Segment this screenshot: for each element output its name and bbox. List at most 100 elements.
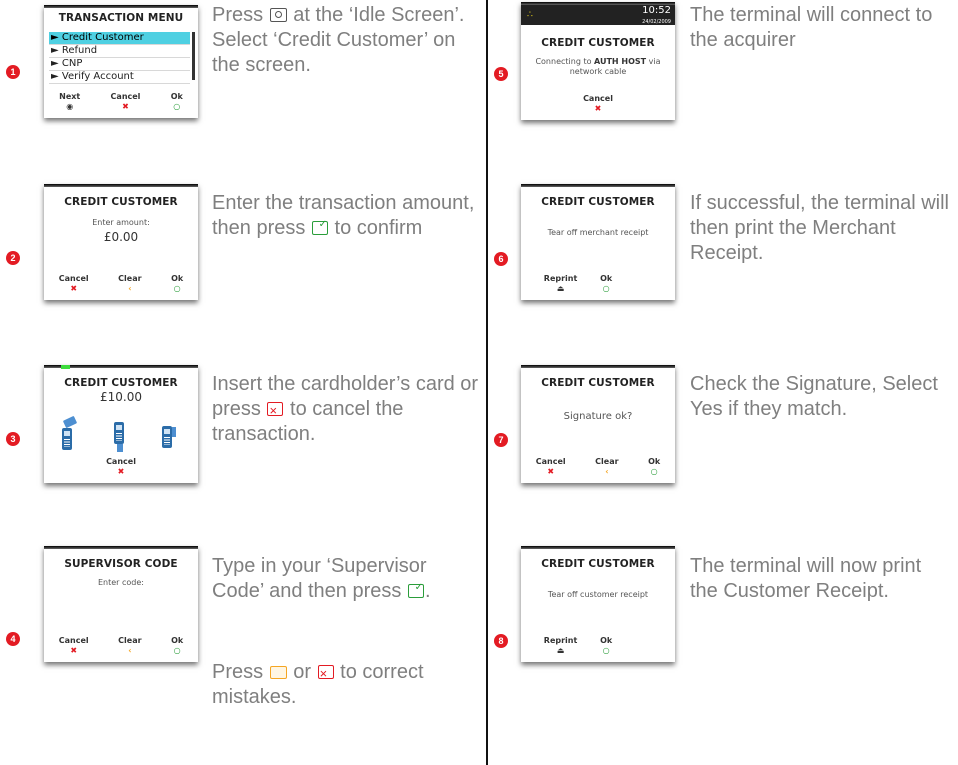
- terminal-screen-6: CREDIT CUSTOMER Tear off merchant receip…: [521, 184, 675, 300]
- cancel-softkey[interactable]: Cancel ✖: [59, 637, 89, 656]
- menu-item-verify-account[interactable]: ► Verify Account: [49, 71, 190, 84]
- ok-key-icon: [311, 212, 328, 237]
- cancel-x-icon: ✖: [594, 104, 602, 113]
- step-2-description: Enter the transaction amount, then press…: [212, 191, 480, 241]
- step-4-note: Press or to correct mistakes.: [212, 660, 480, 710]
- ok-key-icon: [407, 575, 424, 600]
- clear-key-icon: [269, 666, 287, 679]
- cancel-softkey[interactable]: Cancel ✖: [106, 458, 136, 477]
- ok-softkey[interactable]: Ok ○: [171, 275, 183, 294]
- column-divider: [486, 0, 488, 765]
- menu-item-credit-customer[interactable]: ► Credit Customer: [49, 32, 190, 45]
- menu-key-icon: [269, 8, 287, 22]
- clear-chevron-icon: ‹: [128, 646, 132, 655]
- amount-prompt: Enter amount:: [92, 218, 150, 227]
- menu-item-cnp[interactable]: ► CNP: [49, 58, 190, 71]
- inserted-card-icon: [117, 444, 123, 452]
- next-softkey[interactable]: Next ◉: [59, 93, 80, 112]
- menu-key-icon: ◉: [66, 102, 74, 111]
- contactless-card-icon: [172, 427, 176, 437]
- ok-circle-icon: ○: [173, 284, 181, 293]
- step-6-description: If successful, the terminal will then pr…: [690, 192, 949, 264]
- cancel-softkey[interactable]: Cancel ✖: [59, 275, 89, 294]
- screen-title: CREDIT CUSTOMER: [64, 196, 178, 208]
- ok-softkey[interactable]: Ok ○: [171, 637, 183, 656]
- amount-value: £10.00: [100, 390, 142, 404]
- step-5-description: The terminal will connect to the acquire…: [690, 4, 933, 51]
- clock-time: 10:52: [642, 5, 671, 16]
- cancel-x-icon: ✖: [117, 467, 125, 476]
- step-badge-8: 8: [494, 634, 508, 648]
- insert-card-terminal-icon: [114, 422, 124, 444]
- step-3-description: Insert the cardholder’s card or press to…: [212, 372, 480, 447]
- screen-title: CREDIT CUSTOMER: [64, 377, 178, 389]
- softkey-bar: Reprint ⏏ Ok ○: [521, 637, 675, 656]
- softkey-bar: Cancel ✖ Clear ‹ Ok ○: [521, 458, 675, 477]
- ok-softkey[interactable]: Ok ○: [600, 275, 612, 294]
- menu-item-refund[interactable]: ► Refund: [49, 45, 190, 58]
- amount-value: £0.00: [103, 230, 139, 244]
- ok-circle-icon: ○: [650, 467, 658, 476]
- tear-off-message: Tear off customer receipt: [547, 590, 649, 599]
- cancel-softkey[interactable]: Cancel ✖: [536, 458, 566, 477]
- step-badge-6: 6: [494, 252, 508, 266]
- step-badge-2: 2: [6, 251, 20, 265]
- cancel-key-icon: [267, 398, 284, 423]
- screen-title: SUPERVISOR CODE: [64, 558, 178, 570]
- ok-softkey[interactable]: Ok ○: [600, 637, 612, 656]
- softkey-bar: Cancel ✖ Clear ‹ Ok ○: [44, 275, 198, 294]
- screen-title: TRANSACTION MENU: [58, 12, 184, 24]
- terminal-screen-7: CREDIT CUSTOMER Signature ok? Cancel ✖ Cl…: [521, 365, 675, 483]
- step-4-description: Type in your ‘Supervisor Code’ and then …: [212, 554, 480, 604]
- ok-softkey[interactable]: Ok ○: [648, 458, 660, 477]
- cancel-softkey[interactable]: Cancel ✖: [111, 93, 141, 112]
- ok-softkey[interactable]: Ok ○: [171, 93, 183, 112]
- step-badge-5: 5: [494, 67, 508, 81]
- reprint-softkey[interactable]: Reprint ⏏: [544, 275, 578, 294]
- clear-softkey[interactable]: Clear ‹: [118, 637, 141, 656]
- softkey-bar: Cancel ✖ Clear ‹ Ok ○: [44, 637, 198, 656]
- terminal-screen-5: ∴ 10:52 24/02/2009 CREDIT CUSTOMER Conne…: [521, 2, 675, 120]
- clock: 10:52 24/02/2009: [642, 6, 671, 27]
- status-led: [61, 365, 70, 369]
- ok-circle-icon: ○: [173, 646, 181, 655]
- clear-softkey[interactable]: Clear ‹: [595, 458, 618, 477]
- connecting-message: Connecting to AUTH HOST via network cable: [535, 57, 661, 76]
- clock-date: 24/02/2009: [642, 19, 671, 25]
- cancel-x-icon: ✖: [547, 467, 555, 476]
- signal-icon: ∴: [527, 10, 533, 20]
- cancel-x-icon: ✖: [70, 284, 78, 293]
- menu-scrollbar[interactable]: [192, 32, 195, 80]
- clear-chevron-icon: ‹: [605, 467, 609, 476]
- step-7-description: Check the Signature, Select Yes if they …: [690, 373, 938, 420]
- screen-title: CREDIT CUSTOMER: [541, 377, 655, 389]
- screen-title: CREDIT CUSTOMER: [541, 196, 655, 208]
- menu-list: ► Credit Customer ► Refund ► CNP ► Verif…: [49, 32, 190, 84]
- clear-softkey[interactable]: Clear ‹: [118, 275, 141, 294]
- swipe-card-terminal-icon: [62, 428, 72, 450]
- step-8-description: The terminal will now print the Customer…: [690, 555, 922, 602]
- terminal-screen-8: CREDIT CUSTOMER Tear off customer receip…: [521, 546, 675, 662]
- screen-title: CREDIT CUSTOMER: [541, 558, 655, 570]
- step-badge-3: 3: [6, 432, 20, 446]
- softkey-bar: Cancel ✖: [44, 458, 198, 477]
- cancel-softkey[interactable]: Cancel ✖: [583, 95, 613, 114]
- clear-chevron-icon: ‹: [128, 284, 132, 293]
- step-1-description: Press at the ‘Idle Screen’. Select ‘Cred…: [212, 4, 465, 76]
- cancel-key-icon: [317, 661, 334, 686]
- terminal-screen-3: CREDIT CUSTOMER £10.00 Cancel ✖: [44, 365, 198, 483]
- reprint-softkey[interactable]: Reprint ⏏: [544, 637, 578, 656]
- tear-off-message: Tear off merchant receipt: [547, 228, 649, 237]
- code-prompt: Enter code:: [97, 578, 144, 587]
- terminal-screen-2: CREDIT CUSTOMER Enter amount: £0.00 Canc…: [44, 184, 198, 300]
- cancel-x-icon: ✖: [70, 646, 78, 655]
- signature-prompt: Signature ok?: [563, 411, 633, 422]
- step-badge-4: 4: [6, 632, 20, 646]
- printer-icon: ⏏: [556, 284, 565, 293]
- cancel-x-icon: ✖: [122, 102, 129, 111]
- card-icon: [62, 415, 78, 429]
- screen-title: CREDIT CUSTOMER: [541, 37, 655, 49]
- softkey-bar: Reprint ⏏ Ok ○: [521, 275, 675, 294]
- step-badge-1: 1: [6, 65, 20, 79]
- status-bar: ∴ 10:52 24/02/2009: [521, 5, 675, 25]
